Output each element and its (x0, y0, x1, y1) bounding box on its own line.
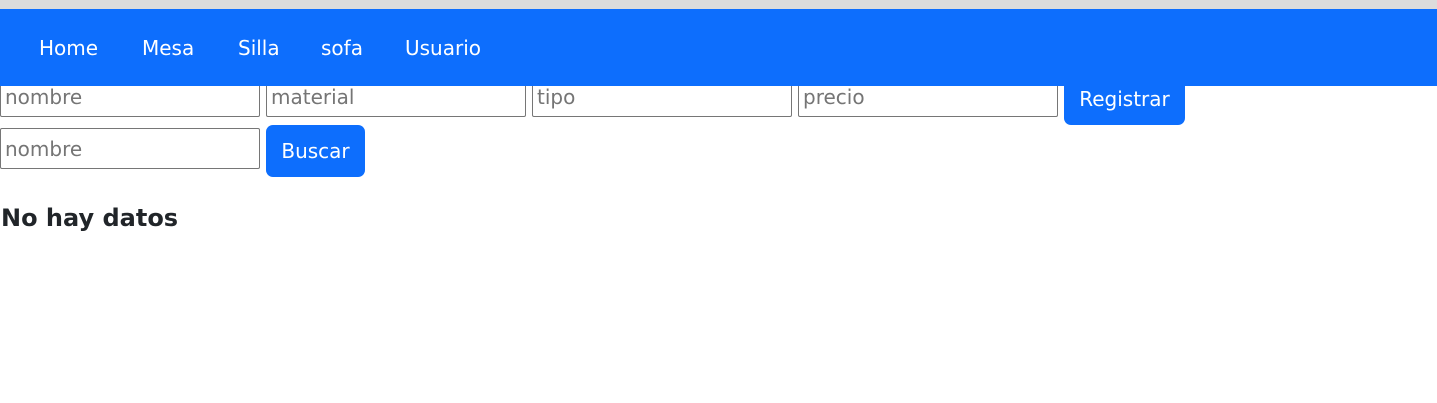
nav-link-mesa[interactable]: Mesa (142, 35, 194, 61)
buscar-button[interactable]: Buscar (266, 125, 365, 177)
search-nombre-input[interactable] (0, 128, 260, 169)
browser-top-strip (0, 0, 1437, 9)
navbar: Home Mesa Silla sofa Usuario (0, 9, 1437, 86)
nav-link-home[interactable]: Home (39, 35, 98, 61)
nav-link-usuario[interactable]: Usuario (405, 35, 481, 61)
empty-results-message: No hay datos (1, 204, 179, 232)
nav-link-silla[interactable]: Silla (238, 35, 280, 61)
nav-link-sofa[interactable]: sofa (321, 35, 363, 61)
